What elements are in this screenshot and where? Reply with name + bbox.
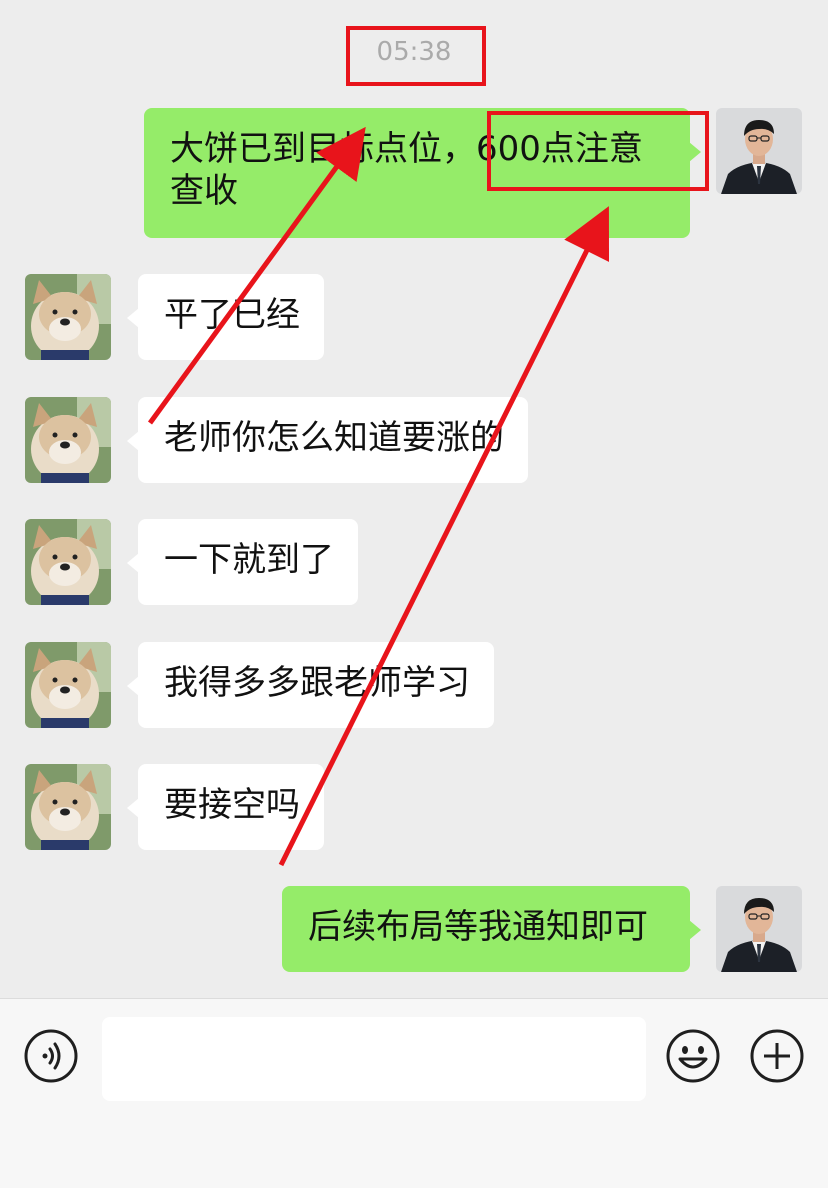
message-bubble-outgoing[interactable]: 大饼已到目标点位，600点注意查收: [144, 108, 701, 238]
message-bubble-incoming[interactable]: 我得多多跟老师学习: [127, 642, 494, 728]
message-bubble-outgoing[interactable]: 后续布局等我通知即可: [282, 886, 701, 972]
emoji-button[interactable]: [666, 1029, 720, 1083]
message-input[interactable]: [102, 1017, 646, 1101]
voice-button[interactable]: [24, 1029, 78, 1083]
message-text: 后续布局等我通知即可: [308, 907, 648, 947]
message-bubble-incoming[interactable]: 要接空吗: [127, 764, 324, 850]
message-text: 要接空吗: [164, 785, 300, 825]
emoji-icon: [666, 1029, 720, 1083]
input-bar: [0, 998, 828, 1188]
avatar-teacher[interactable]: [716, 108, 802, 194]
avatar-teacher[interactable]: [716, 886, 802, 972]
avatar-student[interactable]: [25, 764, 111, 850]
message-bubble-incoming[interactable]: 一下就到了: [127, 519, 358, 605]
dog-avatar-image: [25, 519, 111, 605]
message-text: 平了已经: [164, 295, 300, 335]
message-text: 大饼已到目标点位，600点注意查收: [170, 129, 643, 211]
plus-icon: [750, 1029, 804, 1083]
avatar-student[interactable]: [25, 642, 111, 728]
message-text: 我得多多跟老师学习: [164, 663, 470, 703]
teacher-avatar-image: [716, 108, 802, 194]
avatar-student[interactable]: [25, 274, 111, 360]
message-bubble-incoming[interactable]: 老师你怎么知道要涨的: [127, 397, 528, 483]
dog-avatar-image: [25, 397, 111, 483]
dog-avatar-image: [25, 764, 111, 850]
dog-avatar-image: [25, 274, 111, 360]
avatar-student[interactable]: [25, 519, 111, 605]
dog-avatar-image: [25, 642, 111, 728]
message-bubble-incoming[interactable]: 平了已经: [127, 274, 324, 360]
voice-icon: [24, 1029, 78, 1083]
timestamp: 05:38: [376, 37, 452, 67]
message-text: 一下就到了: [164, 540, 334, 580]
message-text: 老师你怎么知道要涨的: [164, 418, 504, 458]
avatar-student[interactable]: [25, 397, 111, 483]
teacher-avatar-image: [716, 886, 802, 972]
plus-button[interactable]: [750, 1029, 804, 1083]
